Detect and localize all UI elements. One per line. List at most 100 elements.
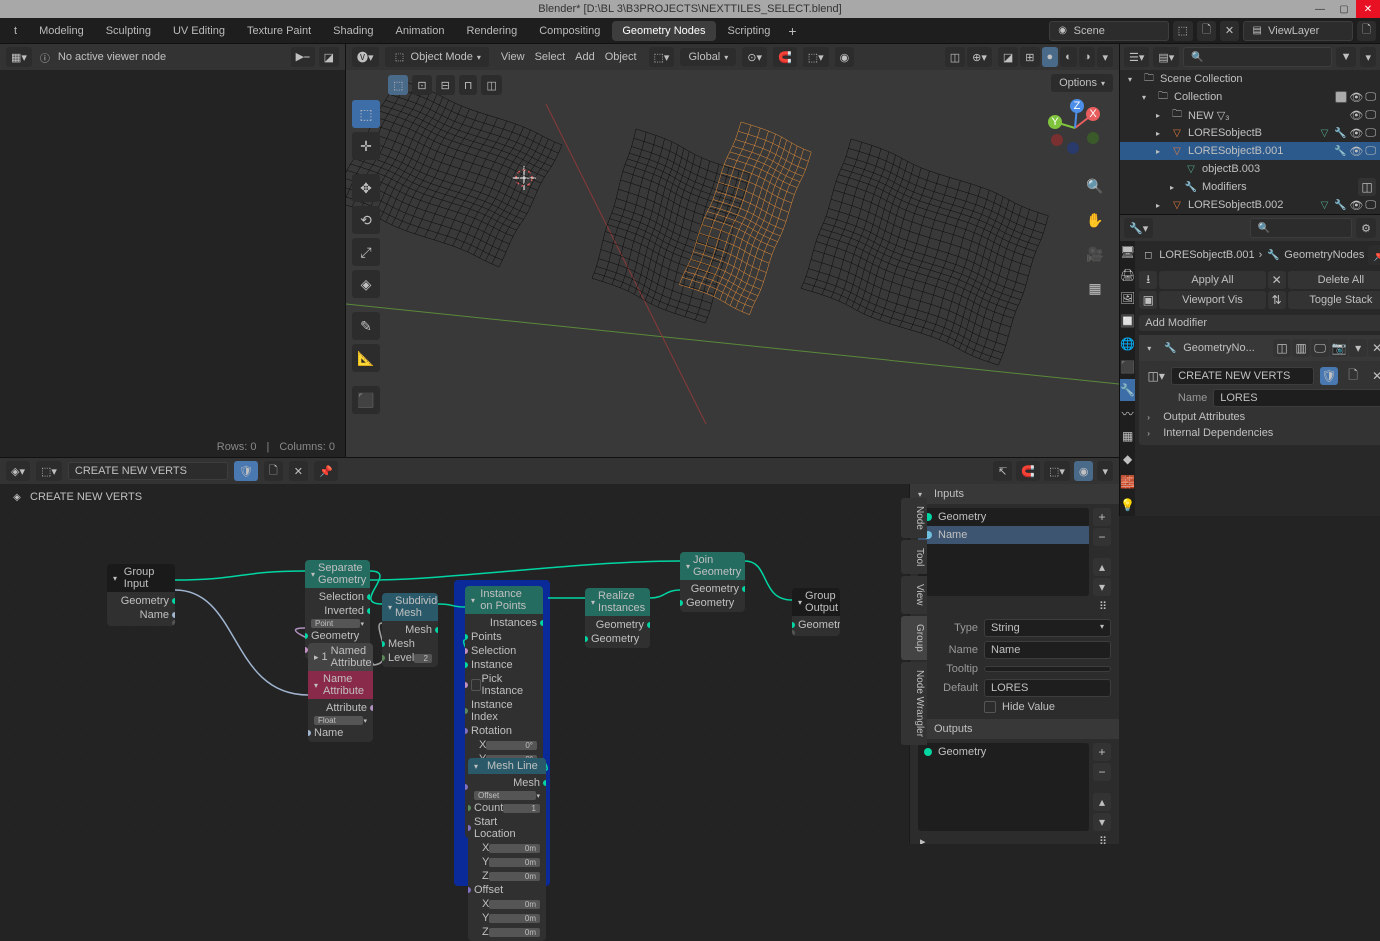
node-canvas[interactable]: ▾Group Input Geometry Name ▾Separate Geo… [0,510,909,844]
delete-all-icon[interactable]: ✕ [1268,271,1286,289]
node-sidebar-tab-group[interactable]: Group [901,616,927,660]
xray-toggle[interactable]: ◪ [998,47,1018,67]
outliner-item[interactable]: ▸🗀NEW ▽₃👁 🖵 [1120,106,1380,124]
name-field[interactable]: Name [984,641,1111,659]
node-snap[interactable]: 🧲 [1016,461,1040,481]
3d-viewport[interactable]: 🅥▾ ⬚ Object Mode▾ ViewSelectAddObject ⬚▾… [346,44,1119,457]
prop-breadcrumb-mod[interactable]: GeometryNodes [1284,249,1364,261]
viewport-menu-add[interactable]: Add [575,51,595,63]
properties-search[interactable]: 🔍 [1250,218,1352,238]
viewport-vis-button[interactable]: Viewport Vis [1159,291,1265,309]
input-remove[interactable]: − [1093,528,1111,546]
node-named-attribute[interactable]: ▸ 1 Named Attribute ▾Name Attribute Attr… [308,643,373,742]
mod-on-cage[interactable]: ◫ [1273,339,1291,357]
outliner-item[interactable]: ▾🗀Scene Collection [1120,70,1380,88]
nodegroup-unlink[interactable]: ✕ [1368,367,1380,385]
node-overlay[interactable]: ◉ [1074,461,1094,481]
workspace-tab-shading[interactable]: Shading [323,21,383,41]
workspace-tab-texture-paint[interactable]: Texture Paint [237,21,321,41]
outliner-new-collection[interactable]: ▾ [1360,47,1376,67]
mod-realtime[interactable]: 🖵 [1311,339,1329,357]
properties-tab-8[interactable]: ▦ [1120,425,1135,447]
node-sidebar-tab-view[interactable]: View [901,576,927,614]
node-overlay-opts[interactable]: ▾ [1097,461,1113,481]
viewport-vis-icon[interactable]: ▣ [1139,291,1157,309]
workspace-tab-scripting[interactable]: Scripting [718,21,781,41]
nodetree-new[interactable]: 🗋 [264,461,283,481]
output-add[interactable]: + [1093,743,1111,761]
proportional-edit-toggle[interactable]: ◉ [835,47,855,67]
nodegroup-new[interactable]: 🗋 [1344,367,1362,385]
navigation-gizmo[interactable]: X Y Z [1045,98,1105,158]
mod-edit-mode[interactable]: ▥ [1292,339,1310,357]
shading-material[interactable]: ◐ [1060,47,1077,67]
input-name-value[interactable]: LORES [1213,389,1380,407]
viewport-menu-object[interactable]: Object [605,51,637,63]
node-editor-selector[interactable]: ◈▾ [6,461,30,481]
node-group-input[interactable]: ▾Group Input Geometry Name [107,564,175,626]
properties-tab-2[interactable]: 🖼 [1120,287,1135,309]
select-intersect[interactable]: ⊓ [459,75,478,95]
list-item[interactable]: Geometry [918,743,1089,761]
list-item[interactable]: Name [918,526,1089,544]
gizmo-visibility[interactable]: ◫ [945,47,965,67]
snap-toggle[interactable]: 🧲 [773,47,797,67]
input-move-up[interactable]: ▴ [1093,558,1111,576]
node-subdivide-mesh[interactable]: ▾Subdivide Mesh Mesh Mesh Level2 [382,593,438,667]
viewlayer-selector[interactable]: ▤ ViewLayer [1243,21,1353,41]
apply-all-icon[interactable]: ⭳ [1139,271,1157,289]
tool-measure[interactable]: 📐 [352,344,380,372]
apply-all-button[interactable]: Apply All [1159,271,1265,289]
viewlayer-new-button[interactable]: 🗋 [1357,21,1376,41]
outliner-item[interactable]: ▸▽LORESobjectB.001🔧 👁 🖵 [1120,142,1380,160]
tool-scale[interactable]: ⤢ [352,238,380,266]
properties-tab-3[interactable]: 🔲 [1120,310,1135,332]
modifier-expand[interactable]: ▾ [1147,344,1157,353]
properties-tab-10[interactable]: 🧱 [1120,471,1135,493]
camera-view-button[interactable]: 🎥 [1081,240,1109,268]
modifier-name[interactable]: GeometryNo... [1183,342,1255,354]
viewport-menu-view[interactable]: View [501,51,525,63]
output-move-up[interactable]: ▴ [1093,793,1111,811]
outliner-item[interactable]: ▾🗀Collection 👁 🖵 [1120,88,1380,106]
tooltip-field[interactable] [984,666,1111,672]
workspace-tab-t[interactable]: t [4,21,27,41]
workspace-tab-uv-editing[interactable]: UV Editing [163,21,235,41]
tool-cursor[interactable]: ✛ [352,132,380,160]
properties-options[interactable]: ⚙ [1356,218,1376,238]
viewport-menu-select[interactable]: Select [535,51,566,63]
nodegroup-name[interactable]: CREATE NEW VERTS [1171,367,1314,385]
properties-tab-11[interactable]: 💡 [1120,494,1135,516]
scene-delete-button[interactable]: ✕ [1220,21,1239,41]
output-remove[interactable]: − [1093,763,1111,781]
node-parent[interactable]: ↸ [993,461,1012,481]
properties-tab-7[interactable]: 〰 [1120,402,1135,424]
spreadsheet-pin-button[interactable]: ▶⎯ [291,47,315,67]
tool-annotate[interactable]: ✎ [352,312,380,340]
inputs-panel-header[interactable]: ▾Inputs [910,484,1119,504]
select-subtract[interactable]: ⊟ [436,75,455,95]
select-box-tool[interactable]: ⬚ [388,75,408,95]
type-selector[interactable]: String▾ [984,619,1111,637]
tool-add-cube[interactable]: ⬛ [352,386,380,414]
scene-selector[interactable]: ◉ Scene [1049,21,1169,41]
outliner-item[interactable]: ▸▽LORESobjectB▽ 🔧 👁 🖵 [1120,124,1380,142]
list-item[interactable]: Geometry [918,508,1089,526]
properties-tab-4[interactable]: 🌐 [1120,333,1135,355]
workspace-tab-animation[interactable]: Animation [386,21,455,41]
outliner-item[interactable]: ▸▽LORESobjectB.002▽ 🔧 👁 🖵 [1120,196,1380,214]
nodegroup-fake-user[interactable]: 🛡 [1320,367,1338,385]
node-group-output[interactable]: ▾Group Output Geometry [792,588,840,636]
node-join-geometry[interactable]: ▾Join Geometry Geometry Geometry [680,552,745,612]
workspace-tab-compositing[interactable]: Compositing [529,21,610,41]
workspace-tab-sculpting[interactable]: Sculpting [96,21,161,41]
delete-all-button[interactable]: Delete All [1288,271,1380,289]
mod-extras[interactable]: ▾ [1349,339,1367,357]
prop-pin[interactable]: 📌 [1368,245,1380,265]
spreadsheet-editor-selector[interactable]: ▦▾ [6,47,32,67]
node-mesh-line[interactable]: ▾Mesh Line Mesh Offset▾ Count1 Start Loc… [468,758,546,941]
perspective-toggle[interactable]: ▦ [1081,274,1109,302]
node-sidebar-tab-tool[interactable]: Tool [901,540,927,574]
input-add[interactable]: + [1093,508,1111,526]
toggle-stack-icon[interactable]: ⇅ [1268,291,1286,309]
